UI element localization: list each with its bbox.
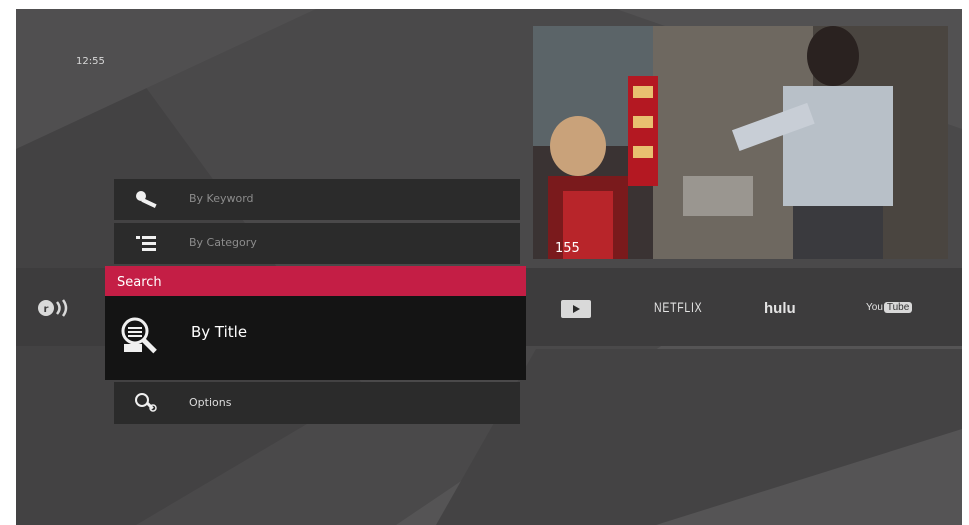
key-icon <box>136 191 157 208</box>
svg-text:r: r <box>44 304 49 315</box>
menu-item-label: By Category <box>189 236 257 249</box>
search-section-header: Search <box>105 266 526 296</box>
netflix-app[interactable]: NETFLIX <box>654 299 702 315</box>
rovi-logo-icon[interactable]: r <box>36 297 76 319</box>
menu-item-by-keyword[interactable]: By Keyword <box>114 179 520 220</box>
hulu-app[interactable]: hulu <box>764 300 796 317</box>
live-video-preview[interactable]: 155 <box>533 26 948 259</box>
tv-screen: 12:55 155 r NETFLIX hulu You Tube By Key… <box>16 9 962 525</box>
menu-item-by-title[interactable]: By Title <box>105 296 526 380</box>
channel-number: 155 <box>555 241 580 256</box>
menu-item-label: Options <box>189 396 232 409</box>
menu-item-label: By Title <box>191 323 248 341</box>
video-frame <box>533 26 948 259</box>
youtube-app[interactable]: You Tube <box>866 302 913 313</box>
youtube-label-suffix: Tube <box>883 302 913 313</box>
list-icon <box>136 236 156 251</box>
search-header-label: Search <box>117 275 162 290</box>
clock: 12:55 <box>76 56 105 67</box>
menu-item-label: By Keyword <box>189 192 254 205</box>
search-document-icon <box>121 317 157 354</box>
youtube-label-prefix: You <box>866 302 883 313</box>
menu-item-options[interactable]: Options <box>114 382 520 424</box>
play-icon[interactable] <box>561 300 591 318</box>
options-search-icon <box>135 393 157 412</box>
menu-item-by-category[interactable]: By Category <box>114 223 520 264</box>
